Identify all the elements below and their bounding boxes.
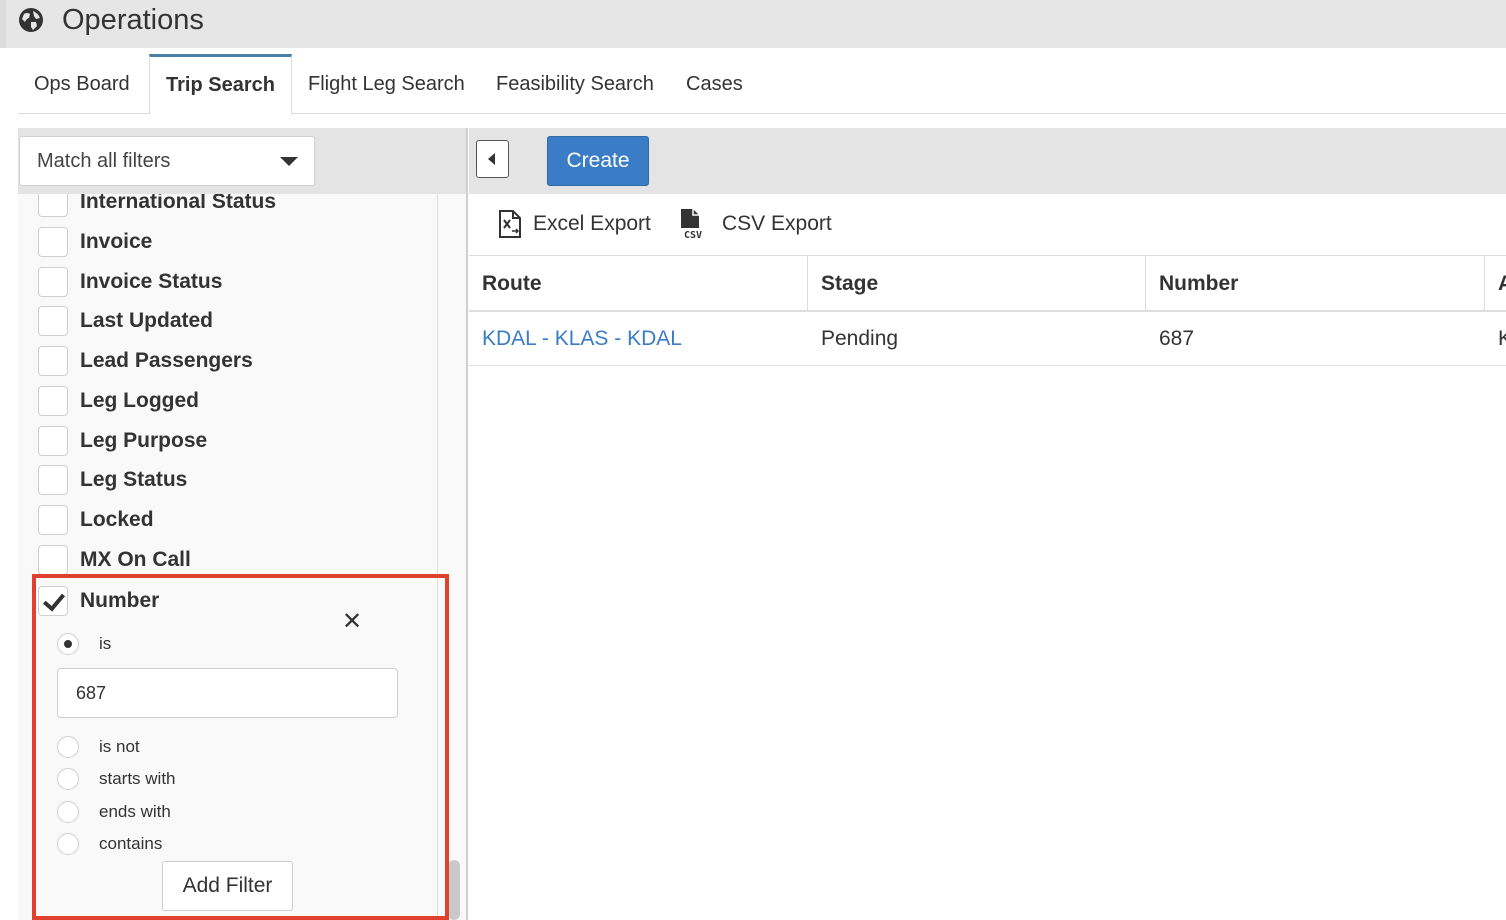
tab-bar: Ops Board Trip Search Flight Leg Search …	[18, 54, 1506, 115]
column-header-route[interactable]: Route	[469, 256, 808, 311]
radio-ends-with[interactable]	[57, 801, 79, 823]
truncated-cell: K	[1498, 327, 1506, 350]
radio-label-is: is	[99, 634, 112, 653]
filter-label: MX On Call	[80, 548, 191, 571]
filter-checkbox[interactable]	[38, 346, 68, 376]
close-icon[interactable]: ✕	[342, 608, 362, 636]
radio-label-is-not: is not	[99, 737, 140, 756]
filter-label: Leg Purpose	[80, 429, 208, 452]
radio-is[interactable]	[57, 633, 79, 655]
filter-label: Locked	[80, 508, 154, 531]
radio-is-not[interactable]	[57, 736, 79, 758]
sidebar-header: Match all filters	[18, 128, 466, 194]
filter-checkbox[interactable]	[38, 306, 68, 336]
filter-checkbox[interactable]	[38, 545, 68, 574]
filter-list: International Status Invoice Invoice Sta…	[18, 194, 438, 574]
filter-label: Number	[80, 589, 160, 612]
stage-cell: Pending	[821, 327, 899, 350]
sidebar-scrollbar[interactable]	[448, 860, 460, 920]
radio-starts-with[interactable]	[57, 768, 79, 790]
caret-down-icon	[280, 157, 298, 166]
filter-label: Leg Logged	[80, 389, 199, 412]
filter-item-international-status[interactable]: International Status	[38, 194, 276, 219]
filter-checkbox[interactable]	[38, 267, 68, 297]
filter-checkbox[interactable]	[38, 227, 68, 257]
page-title: Operations	[62, 4, 204, 36]
csv-export-link[interactable]: CSV CSV Export	[678, 206, 832, 242]
match-filters-value: Match all filters	[37, 150, 171, 172]
filter-checkbox[interactable]	[38, 426, 68, 456]
tab-feasibility-search[interactable]: Feasibility Search	[480, 54, 670, 114]
filter-item-mx-on-call[interactable]: MX On Call	[38, 543, 191, 574]
app-header: Operations	[0, 0, 1506, 48]
filter-label: Lead Passengers	[80, 349, 253, 372]
filter-item-invoice-status[interactable]: Invoice Status	[38, 265, 222, 299]
table-row[interactable]: KDAL - KLAS - KDAL Pending 687 K	[469, 312, 1506, 366]
filter-checkbox[interactable]	[38, 505, 68, 535]
column-header-stage[interactable]: Stage	[808, 256, 1146, 311]
filter-item-locked[interactable]: Locked	[38, 503, 154, 537]
table-header: Route Stage Number A	[469, 255, 1506, 312]
svg-text:CSV: CSV	[684, 230, 702, 240]
csv-file-icon: CSV	[681, 209, 702, 240]
create-button[interactable]: Create	[547, 136, 649, 186]
filter-item-last-updated[interactable]: Last Updated	[38, 304, 213, 338]
radio-label-starts-with: starts with	[99, 769, 176, 788]
add-filter-button[interactable]: Add Filter	[162, 861, 293, 911]
tab-ops-board[interactable]: Ops Board	[18, 54, 146, 114]
filter-checkbox[interactable]	[38, 386, 68, 416]
number-value-input[interactable]	[57, 668, 398, 718]
globe-icon	[19, 8, 43, 32]
column-header-truncated[interactable]: A	[1485, 256, 1506, 311]
radio-label-contains: contains	[99, 834, 163, 853]
filter-label: International Status	[80, 194, 277, 213]
filter-label: Invoice	[80, 230, 153, 253]
radio-label-ends-with: ends with	[99, 802, 171, 821]
filter-checkbox[interactable]	[38, 465, 68, 495]
tab-cases[interactable]: Cases	[670, 54, 759, 114]
filter-label: Leg Status	[80, 468, 188, 491]
filter-item-leg-logged[interactable]: Leg Logged	[38, 384, 199, 418]
filter-item-leg-purpose[interactable]: Leg Purpose	[38, 424, 207, 458]
tab-flight-leg-search[interactable]: Flight Leg Search	[292, 54, 481, 114]
filter-item-invoice[interactable]: Invoice	[38, 225, 152, 259]
filter-item-lead-passengers[interactable]: Lead Passengers	[38, 344, 253, 378]
filter-checkbox[interactable]	[38, 194, 68, 217]
radio-contains[interactable]	[57, 833, 79, 855]
collapse-sidebar-button[interactable]	[476, 140, 509, 178]
excel-file-icon	[499, 210, 521, 238]
column-header-number[interactable]: Number	[1146, 256, 1485, 311]
filter-item-number[interactable]: Number	[38, 584, 159, 618]
filter-label: Invoice Status	[80, 270, 223, 293]
excel-export-label: Excel Export	[533, 212, 651, 235]
filter-item-leg-status[interactable]: Leg Status	[38, 463, 187, 497]
number-cell: 687	[1159, 327, 1195, 350]
match-filters-select[interactable]: Match all filters	[19, 136, 315, 186]
excel-export-link[interactable]: Excel Export	[497, 206, 651, 242]
filter-label: Last Updated	[80, 309, 214, 332]
number-filter-checkbox[interactable]	[38, 586, 68, 616]
csv-export-label: CSV Export	[722, 212, 832, 235]
tab-trip-search[interactable]: Trip Search	[149, 54, 292, 115]
route-link[interactable]: KDAL - KLAS - KDAL	[469, 312, 808, 365]
